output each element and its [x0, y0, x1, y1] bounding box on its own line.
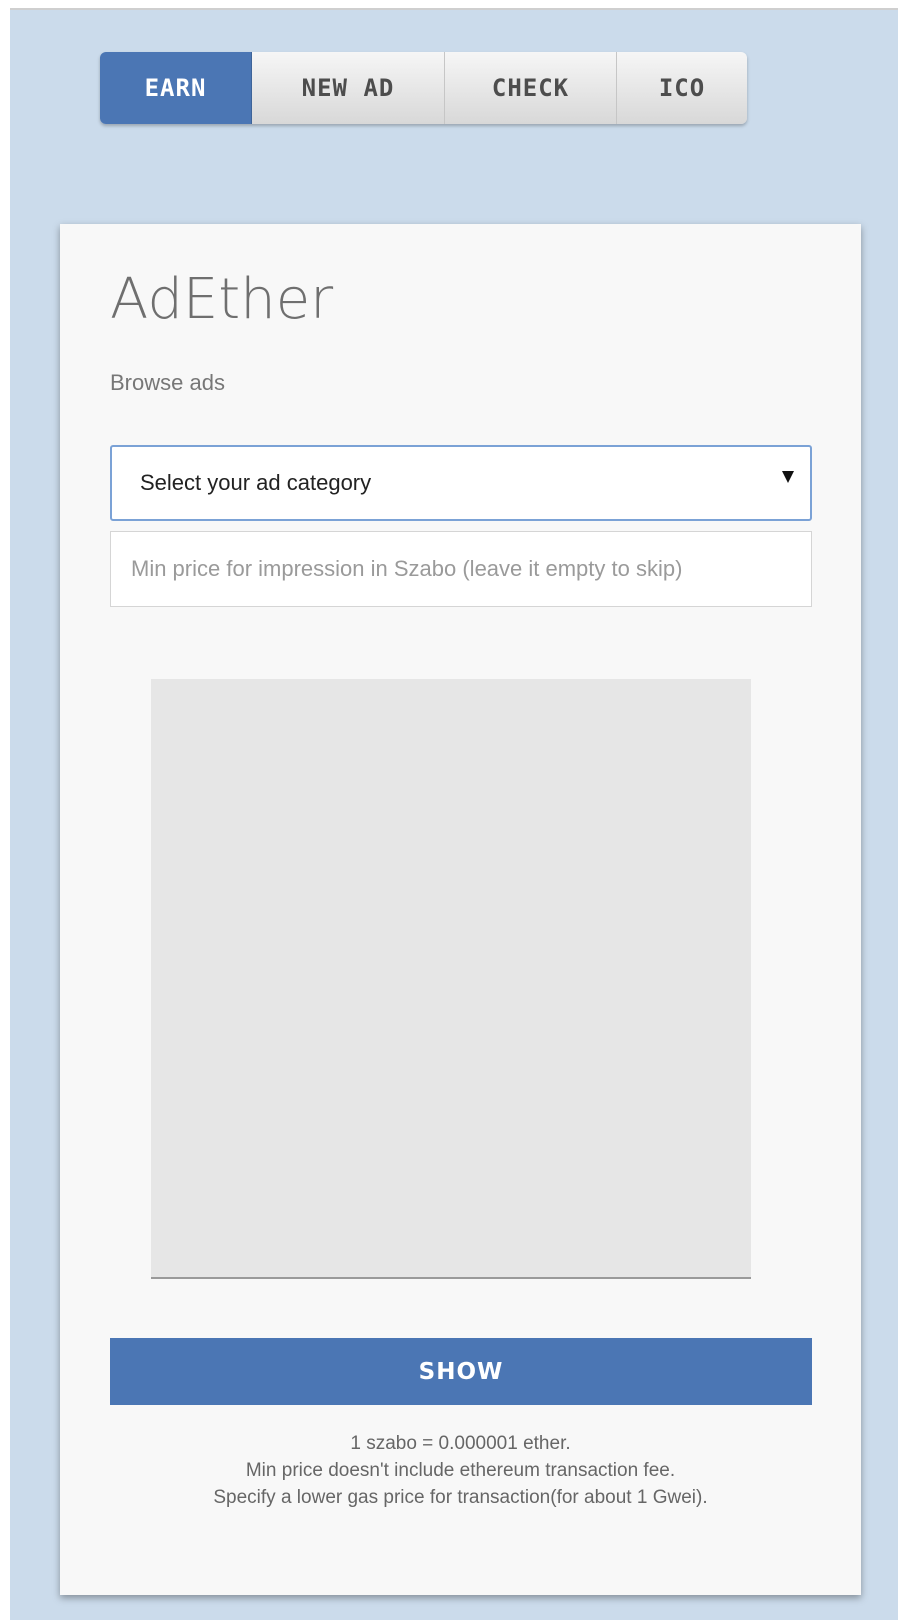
top-border — [0, 0, 898, 10]
ad-display-area — [151, 679, 751, 1279]
page-subtitle: Browse ads — [110, 370, 225, 395]
footnote: 1 szabo = 0.000001 ether. Min price does… — [60, 1430, 861, 1511]
tab-new-ad[interactable]: NEW AD — [252, 52, 445, 124]
footnote-line: Min price doesn't include ethereum trans… — [245, 1460, 676, 1481]
page-title: AdEther — [110, 267, 334, 332]
tab-earn[interactable]: EARN — [100, 52, 252, 124]
ad-category-select[interactable]: Select your ad category — [110, 445, 812, 521]
dropdown-arrow-icon — [782, 471, 794, 483]
footnote-line: Specify a lower gas price for transactio… — [213, 1487, 708, 1508]
ad-category-select-value: Select your ad category — [140, 470, 372, 495]
tab-check[interactable]: CHECK — [445, 52, 617, 124]
show-button[interactable]: SHOW — [110, 1338, 812, 1405]
min-price-input[interactable] — [110, 531, 812, 607]
left-margin — [0, 0, 10, 1620]
browse-ads-card: AdEther Browse ads Select your ad catego… — [60, 224, 861, 1595]
footnote-line: 1 szabo = 0.000001 ether. — [350, 1433, 571, 1454]
main-nav: EARN NEW AD CHECK ICO — [100, 52, 747, 124]
tab-ico[interactable]: ICO — [617, 52, 747, 124]
